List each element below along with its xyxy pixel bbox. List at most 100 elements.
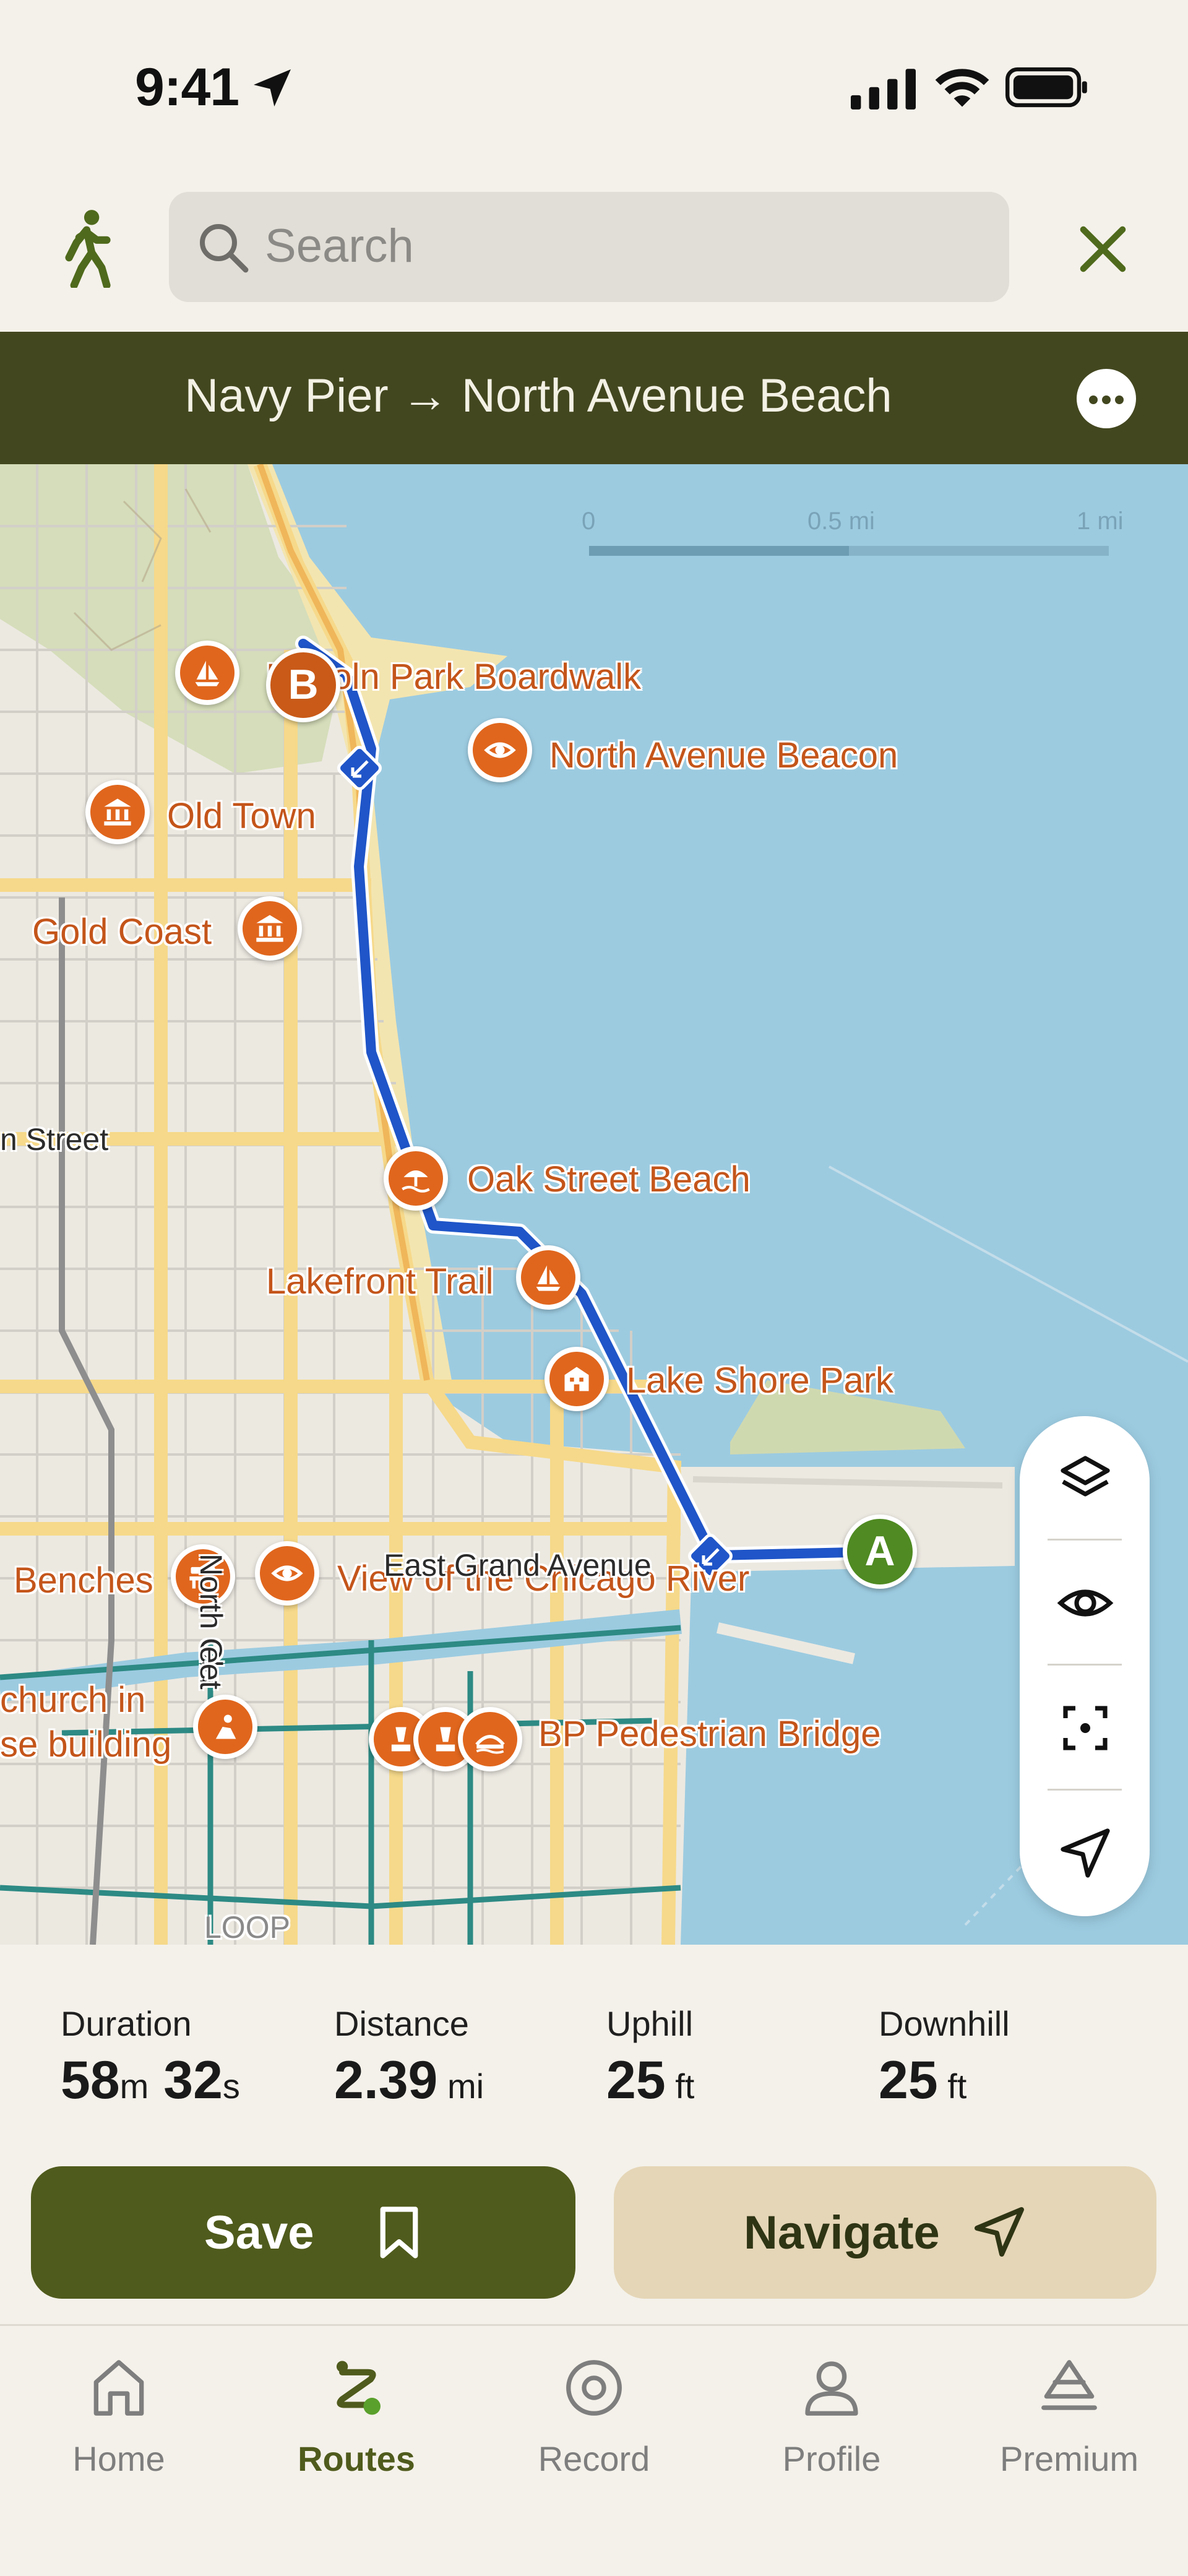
bridge-icon	[475, 1734, 505, 1754]
tab-label: Record	[538, 2439, 650, 2478]
tab-label: Premium	[999, 2439, 1139, 2478]
scale-bar	[589, 546, 1109, 556]
street-label: n Street	[0, 1122, 109, 1157]
stat-label: Duration	[61, 2004, 192, 2043]
poi-museum[interactable]	[238, 896, 302, 961]
poi-building[interactable]	[544, 1347, 609, 1411]
stat-label: Distance	[334, 2004, 469, 2043]
navigate-label: Navigate	[744, 2206, 940, 2259]
street-label: eet	[194, 1646, 228, 1690]
poi-bridge[interactable]	[458, 1707, 522, 1771]
poi-viewpoint[interactable]	[468, 718, 532, 782]
church-icon	[215, 1714, 236, 1739]
poi-label: Old Town	[167, 796, 316, 836]
tab-home[interactable]: Home	[0, 2345, 238, 2505]
scale-label: 0	[582, 508, 596, 535]
tab-label: Home	[72, 2439, 165, 2478]
tab-label: Routes	[298, 2439, 415, 2478]
route-start-marker[interactable]: A	[843, 1515, 917, 1589]
visibility-button[interactable]	[1020, 1541, 1150, 1665]
search-icon	[200, 224, 249, 273]
route-title-bar: Navy Pier → North Avenue Beach	[0, 332, 1188, 464]
layers-button[interactable]	[1020, 1416, 1150, 1540]
district-label: LOOP	[204, 1910, 290, 1945]
poi-sailboat[interactable]	[516, 1245, 580, 1310]
save-button[interactable]: Save	[31, 2166, 575, 2299]
stat-value: 25 ft	[879, 2051, 967, 2110]
poi-label: se building	[0, 1724, 172, 1765]
sailboat-icon	[536, 1265, 561, 1291]
poi-museum[interactable]	[85, 780, 150, 844]
museum-icon	[104, 798, 131, 826]
eye-icon	[1057, 1589, 1114, 1617]
premium-icon	[1041, 2360, 1097, 2410]
poi-viewpoint[interactable]	[255, 1541, 319, 1606]
building-icon	[564, 1367, 589, 1391]
search-header: Search	[0, 167, 1188, 332]
stat-distance: Distance 2.39 mi	[334, 2003, 484, 2111]
poi-label: North Avenue Beacon	[549, 735, 898, 776]
poi-label: Lake Shore Park	[626, 1360, 894, 1401]
more-dot-icon	[1115, 395, 1124, 404]
divider	[1048, 1664, 1122, 1666]
cellular-signal-icon	[851, 69, 916, 110]
map-scale: 0 0.5 mi 1 mi	[582, 508, 1132, 576]
my-location-button[interactable]	[1020, 1791, 1150, 1915]
walking-icon[interactable]	[56, 207, 118, 288]
tab-bar: Home Routes Record Profile Premium	[0, 2324, 1188, 2576]
tab-premium[interactable]: Premium	[950, 2345, 1188, 2505]
scale-label: 0.5 mi	[807, 508, 875, 535]
stat-value: 2.39 mi	[334, 2051, 484, 2110]
street-label: East Grand Avenue	[384, 1548, 652, 1583]
stat-duration: Duration 58m 32s	[61, 2003, 240, 2111]
tab-profile[interactable]: Profile	[713, 2345, 950, 2505]
profile-icon	[805, 2361, 858, 2416]
tab-routes[interactable]: Routes	[238, 2345, 475, 2505]
battery-icon	[1005, 67, 1087, 108]
statue-icon	[436, 1727, 455, 1752]
bookmark-icon	[380, 2206, 418, 2258]
route-stats: Duration 58m 32s Distance 2.39 mi Uphill…	[0, 1945, 1188, 2143]
more-dot-icon	[1102, 395, 1111, 404]
layers-icon	[1061, 1456, 1110, 1497]
poi-label: Benches	[14, 1560, 153, 1601]
map-view[interactable]: 0 0.5 mi 1 mi Lincoln Park Boardwalk Nor…	[0, 464, 1188, 1945]
tab-record[interactable]: Record	[475, 2345, 713, 2505]
status-time: 9:41	[135, 58, 239, 117]
more-dot-icon	[1089, 395, 1098, 404]
eye-icon	[484, 742, 516, 758]
stat-downhill: Downhill 25 ft	[879, 2003, 1010, 2111]
tab-label: Profile	[782, 2439, 881, 2478]
navigation-arrow-icon	[975, 2207, 1024, 2257]
route-title: Navy Pier → North Avenue Beach	[184, 370, 892, 422]
poi-sailboat[interactable]	[175, 641, 239, 705]
poi-church[interactable]	[193, 1695, 257, 1759]
location-arrow-icon	[254, 69, 291, 106]
home-icon	[93, 2360, 144, 2416]
poi-label: Gold Coast	[32, 912, 212, 952]
stat-value: 58m 32s	[61, 2051, 240, 2110]
beach-icon	[402, 1170, 430, 1193]
close-icon[interactable]	[1074, 220, 1132, 279]
navigate-button[interactable]: Navigate	[614, 2166, 1156, 2299]
poi-label: BP Pedestrian Bridge	[538, 1714, 881, 1754]
divider	[1048, 1789, 1122, 1791]
poi-label: church in	[0, 1680, 146, 1720]
divider	[1048, 1539, 1122, 1541]
poi-label: Lakefront Trail	[266, 1261, 494, 1302]
wifi-icon	[935, 69, 989, 107]
scale-label: 1 mi	[1077, 508, 1124, 535]
more-options-button[interactable]	[1077, 369, 1136, 428]
search-input[interactable]: Search	[169, 192, 1009, 302]
map-controls	[1020, 1416, 1150, 1916]
poi-label: Oak Street Beach	[467, 1159, 751, 1199]
route-end-marker[interactable]: B	[266, 648, 340, 722]
focus-icon	[1063, 1706, 1108, 1750]
poi-beach[interactable]	[384, 1146, 448, 1211]
stat-label: Uphill	[606, 2004, 694, 2043]
stat-label: Downhill	[879, 2004, 1010, 2043]
statue-icon	[391, 1727, 411, 1752]
sailboat-icon	[195, 660, 220, 686]
recenter-button[interactable]	[1020, 1666, 1150, 1790]
stat-value: 25 ft	[606, 2051, 695, 2110]
